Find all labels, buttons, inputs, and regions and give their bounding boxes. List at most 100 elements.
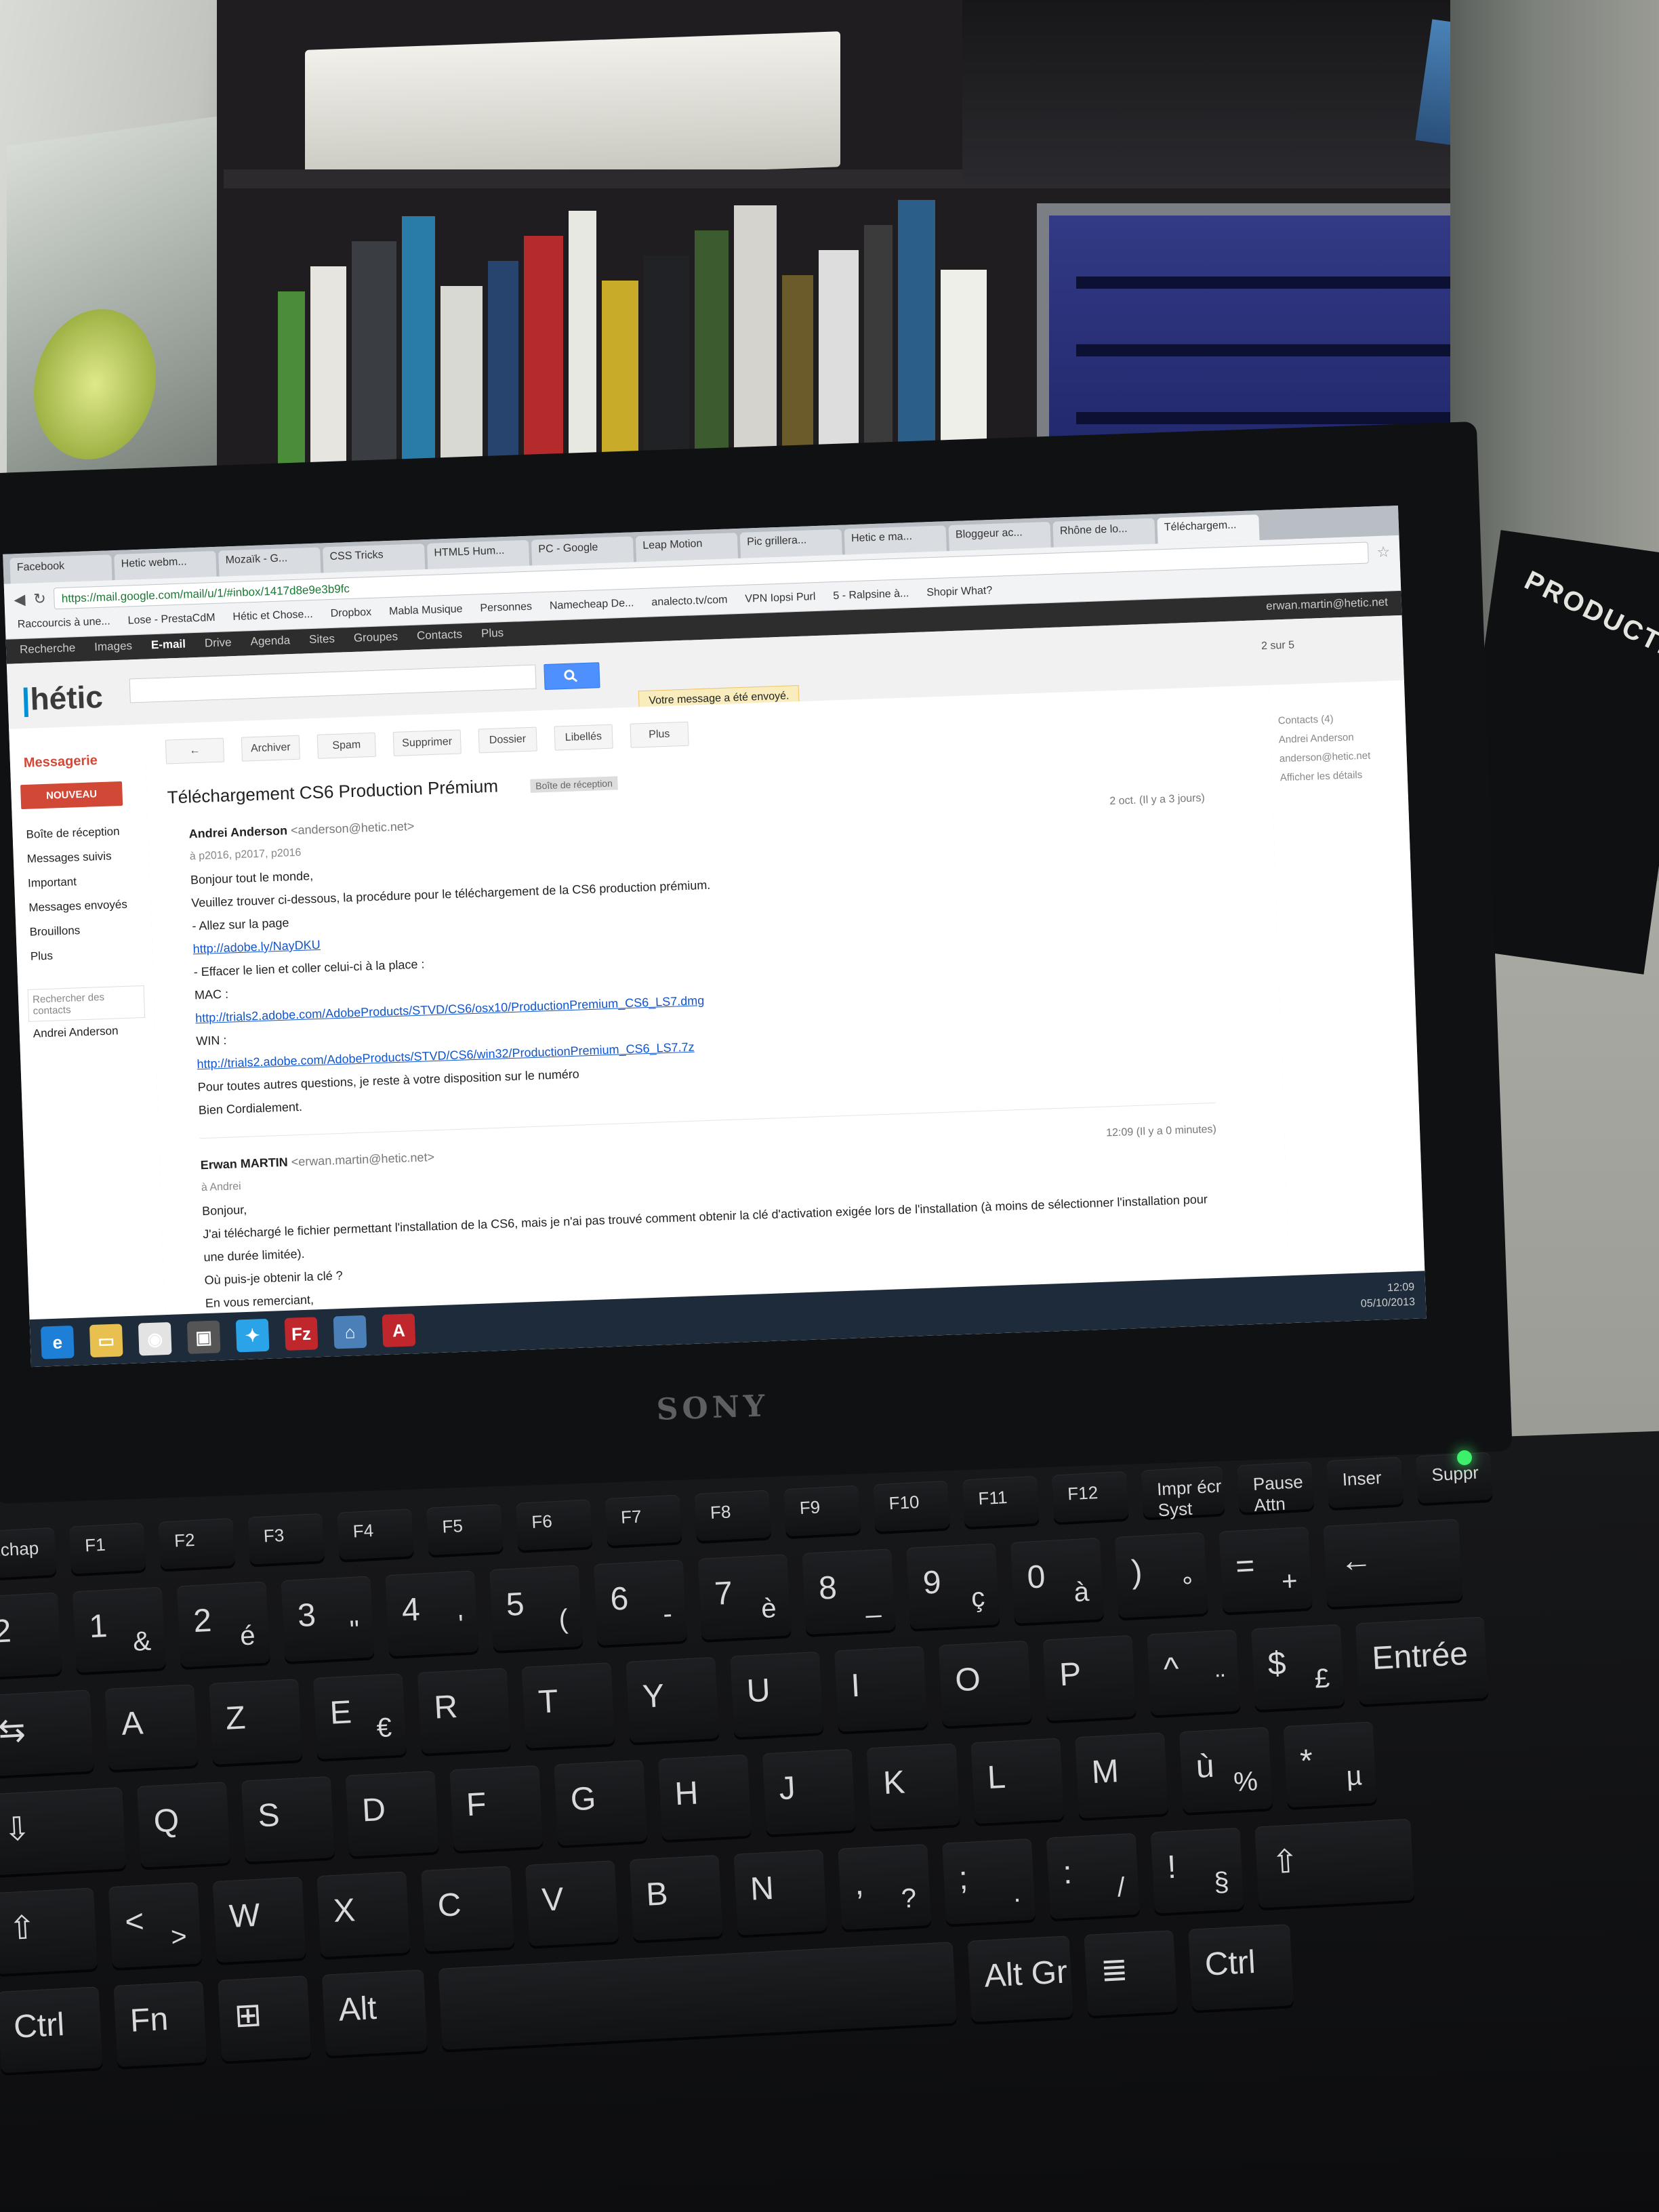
gbar-item[interactable]: Sites (309, 632, 335, 649)
key[interactable]: J (762, 1748, 856, 1835)
chrome-icon[interactable]: ◉ (138, 1322, 172, 1356)
key[interactable]: Suppr (1416, 1452, 1493, 1504)
chat-contact[interactable]: Andrei Anderson (19, 1017, 155, 1046)
key[interactable]: N (733, 1849, 827, 1936)
filezilla-icon[interactable]: Fz (284, 1317, 319, 1351)
system-tray[interactable]: 12:09 05/10/2013 (1360, 1280, 1416, 1312)
toolbar-button[interactable]: ← (165, 737, 225, 764)
key[interactable]: Y (626, 1656, 720, 1743)
bookmark-item[interactable]: analecto.tv/com (651, 594, 728, 614)
key[interactable]: P (1042, 1635, 1136, 1721)
folder-item[interactable]: Plus (16, 941, 152, 970)
browser-tab[interactable]: Rhône de lo... (1052, 518, 1155, 548)
key[interactable]: ù% (1179, 1727, 1273, 1814)
key[interactable]: ⇧ (0, 1887, 98, 1975)
key[interactable]: Inser (1326, 1456, 1404, 1509)
gbar-item[interactable]: Contacts (417, 628, 463, 645)
media-icon[interactable]: ▣ (186, 1320, 221, 1355)
bookmark-item[interactable]: Hétic et Chose... (232, 609, 313, 628)
key[interactable]: * µ (1283, 1721, 1377, 1808)
bookmark-item[interactable]: VPN Iopsi Purl (745, 591, 816, 611)
gbar-item[interactable]: Images (94, 639, 133, 657)
bookmark-item[interactable]: Shopir What? (926, 585, 993, 604)
key[interactable]: 8 _ (802, 1549, 896, 1635)
key[interactable]: ^ ¨ (1147, 1629, 1241, 1716)
browser-tab[interactable]: PC - Google (531, 536, 634, 566)
key[interactable]: M (1075, 1732, 1169, 1819)
key[interactable]: F1 (68, 1522, 146, 1574)
key[interactable]: Z (209, 1679, 303, 1765)
key[interactable]: K (866, 1743, 960, 1830)
bookmark-item[interactable]: Namecheap De... (550, 597, 634, 617)
store-icon[interactable]: ⌂ (333, 1315, 367, 1349)
key[interactable]: Entrée (1355, 1616, 1488, 1705)
chat-search-input[interactable]: Rechercher des contacts (27, 985, 146, 1022)
key[interactable]: F12 (1051, 1471, 1129, 1523)
key[interactable]: = + (1218, 1526, 1313, 1613)
key[interactable]: : / (1046, 1832, 1140, 1919)
key[interactable]: ) ° (1114, 1532, 1208, 1618)
key[interactable]: 9ç (906, 1543, 1000, 1629)
toolbar-button[interactable]: Libellés (554, 724, 613, 751)
key[interactable]: B (629, 1855, 723, 1941)
gbar-item[interactable]: Recherche (20, 641, 76, 659)
key[interactable]: F9 (783, 1485, 861, 1537)
acrobat-icon[interactable]: A (382, 1313, 416, 1347)
gbar-item[interactable]: Plus (481, 626, 504, 643)
bookmark-item[interactable]: Raccourcis à une... (17, 615, 110, 636)
key[interactable]: ;. (942, 1838, 1036, 1925)
key[interactable]: F2 (158, 1517, 236, 1570)
key[interactable]: F11 (962, 1475, 1040, 1528)
browser-tab[interactable]: Pic grillera... (739, 529, 842, 558)
key[interactable]: 1 & (72, 1586, 166, 1673)
key[interactable]: F5 (426, 1504, 504, 1555)
star-icon[interactable]: ☆ (1376, 543, 1391, 561)
toolbar-button[interactable]: Plus (630, 721, 689, 748)
bookmark-item[interactable]: Mabla Musique (389, 603, 463, 623)
gbar-item[interactable]: Groupes (354, 630, 398, 648)
search-button[interactable] (544, 662, 600, 691)
contact-panel-line[interactable]: Afficher les détails (1279, 764, 1399, 787)
bookmark-item[interactable]: Lose - PrestaCdM (127, 612, 216, 632)
key[interactable]: Impr écr Syst (1141, 1466, 1225, 1520)
key[interactable]: ⇆ (0, 1689, 94, 1777)
toolbar-button[interactable]: Supprimer (392, 729, 462, 756)
browser-tab[interactable]: Hetic webm... (114, 550, 217, 581)
key[interactable]: ← (1323, 1519, 1463, 1607)
gbar-item[interactable]: Drive (205, 636, 232, 653)
key[interactable]: 5( (489, 1565, 583, 1652)
key[interactable]: F6 (515, 1499, 593, 1551)
key[interactable]: Alt Gr (967, 1936, 1073, 2022)
key[interactable]: Ctrl (1188, 1924, 1294, 2011)
key[interactable]: ⊞ (218, 1975, 312, 2062)
key[interactable]: F (449, 1765, 544, 1851)
key[interactable]: 2é (176, 1581, 270, 1668)
bookmark-item[interactable]: Personnes (480, 601, 532, 620)
key[interactable]: V (525, 1860, 619, 1946)
key[interactable]: ,? (838, 1843, 932, 1930)
gbar-item[interactable]: Agenda (250, 634, 290, 651)
key[interactable]: O (938, 1640, 1032, 1727)
browser-tab[interactable]: Facebook (9, 554, 112, 584)
key[interactable]: Q (137, 1781, 231, 1868)
back-icon[interactable]: ◀ (14, 591, 26, 609)
key[interactable]: ⇩ (0, 1787, 127, 1876)
key[interactable]: 2 (0, 1592, 62, 1678)
browser-tab[interactable]: CSS Tricks (323, 544, 426, 573)
browser-tab[interactable]: Bloggeur ac... (948, 521, 1051, 552)
key[interactable]: ≣ (1084, 1930, 1178, 2016)
key[interactable]: D (345, 1770, 439, 1857)
key[interactable]: G (554, 1759, 648, 1846)
file-explorer-icon[interactable]: ▭ (89, 1324, 123, 1358)
inbox-label[interactable]: Boîte de réception (529, 776, 619, 794)
key[interactable]: U (730, 1651, 824, 1738)
key[interactable]: R (417, 1668, 511, 1754)
key[interactable]: Pause Attn (1237, 1461, 1314, 1515)
key[interactable]: F10 (873, 1480, 950, 1532)
key[interactable]: F4 (337, 1509, 414, 1560)
key[interactable]: ! § (1150, 1827, 1244, 1914)
account-name[interactable]: erwan.martin@hetic.net (1266, 596, 1389, 616)
mail-label[interactable]: Messagerie (24, 752, 146, 771)
browser-tab[interactable]: Leap Motion (635, 532, 739, 562)
bookmark-item[interactable]: Dropbox (330, 607, 371, 625)
